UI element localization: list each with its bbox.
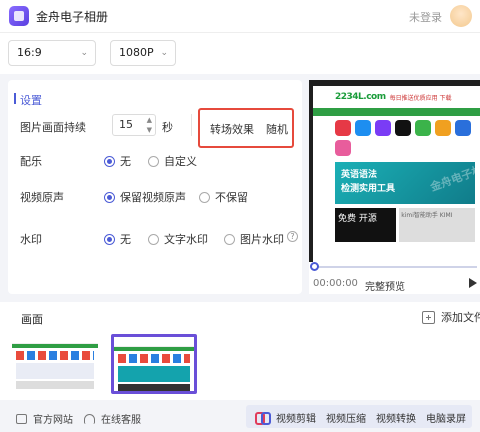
original-sound-label: 视频原声	[20, 191, 64, 204]
preview-image: 2234L.com 每日推送优质应用 下载 英语语法 检测实用工具 金舟电子相册…	[313, 86, 480, 262]
watermark-option-text: 文字水印	[164, 233, 208, 246]
transition-label: 转场效果	[210, 123, 254, 136]
radio-checked-icon	[104, 233, 115, 245]
divider	[191, 114, 192, 136]
official-site-label: 官方网站	[33, 415, 73, 426]
add-file-button[interactable]: 添加文件	[422, 309, 480, 325]
frame-thumbnail[interactable]	[12, 334, 98, 394]
brand-logo-icon	[255, 410, 271, 425]
sound-option-keep: 保留视频原声	[120, 191, 186, 204]
tool-video-edit[interactable]: 视频剪辑	[276, 410, 316, 425]
settings-panel: 设置 图片画面持续 15 ▲ ▼ 秒 转场效果 随机 配乐 无 自定义 视频原声 …	[8, 80, 302, 294]
watermark-radio-image[interactable]: 图片水印	[224, 231, 284, 247]
sound-radio-drop[interactable]: 不保留	[199, 189, 248, 205]
full-preview-button[interactable]: 完整预览	[365, 278, 405, 293]
music-option-custom: 自定义	[164, 155, 197, 168]
duration-unit: 秒	[162, 121, 173, 134]
aspect-ratio-select[interactable]: 16:9 ⌄	[8, 40, 96, 66]
app-title: 金舟电子相册	[36, 9, 109, 24]
promo-box: 免费 开源	[335, 208, 397, 242]
duration-value: 15	[119, 118, 133, 131]
frame-thumbnail-selected[interactable]	[111, 334, 197, 394]
format-toolbar: 16:9 ⌄ 1080P ⌄	[0, 32, 480, 74]
site-logo: 2234L.com	[335, 92, 386, 102]
preview-screen: 2234L.com 每日推送优质应用 下载 英语语法 检测实用工具 金舟电子相册…	[309, 80, 480, 262]
radio-unchecked-icon	[148, 233, 159, 245]
watermark-label: 水印	[20, 233, 42, 246]
title-bar: 金舟电子相册 未登录	[0, 0, 480, 32]
settings-title: 设置	[14, 93, 42, 107]
online-service-label: 在线客服	[101, 415, 141, 426]
frames-panel: 画面 添加文件	[0, 302, 480, 400]
chevron-down-icon: ⌄	[80, 48, 88, 58]
site-slogan: 每日推送优质应用 下载	[389, 94, 452, 102]
avatar[interactable]	[450, 5, 472, 27]
resolution-select[interactable]: 1080P ⌄	[110, 40, 176, 66]
radio-unchecked-icon	[199, 191, 210, 203]
add-file-icon	[422, 310, 435, 324]
monitor-icon	[16, 413, 27, 424]
music-radio-none[interactable]: 无	[104, 153, 131, 169]
login-status[interactable]: 未登录	[409, 9, 442, 25]
watermark-radio-none[interactable]: 无	[104, 231, 131, 247]
duration-label: 图片画面持续	[20, 121, 86, 134]
app-icon-grid	[335, 120, 475, 156]
add-file-label: 添加文件	[441, 311, 480, 324]
tools-bar: 视频剪辑 视频压缩 视频转换 电脑录屏	[246, 405, 472, 428]
site-banner: 英语语法 检测实用工具 金舟电子相册	[335, 159, 480, 204]
preview-panel: 2234L.com 每日推送优质应用 下载 英语语法 检测实用工具 金舟电子相册…	[309, 80, 480, 294]
radio-unchecked-icon	[224, 233, 235, 245]
promo-side: kimi智能助手 KIMI	[399, 208, 475, 242]
headset-icon	[84, 413, 95, 424]
help-icon[interactable]: ?	[287, 231, 298, 242]
tool-video-convert[interactable]: 视频转换	[376, 410, 416, 425]
stepper-arrows-icon[interactable]: ▲ ▼	[147, 115, 152, 135]
official-site-link[interactable]: 官方网站	[16, 411, 73, 426]
watermark-radio-text[interactable]: 文字水印	[148, 231, 208, 247]
time-display: 00:00:00	[313, 278, 358, 289]
radio-unchecked-icon	[148, 155, 159, 167]
transition-select[interactable]: 随机	[266, 121, 288, 137]
radio-checked-icon	[104, 155, 115, 167]
playback-bar: 00:00:00 完整预览	[309, 262, 480, 294]
app-logo-icon	[9, 6, 29, 26]
frames-title: 画面	[21, 313, 43, 326]
watermark-option-image: 图片水印	[240, 233, 284, 246]
site-nav-bar	[313, 108, 480, 116]
aspect-ratio-value: 16:9	[17, 46, 42, 59]
online-service-link[interactable]: 在线客服	[84, 411, 141, 426]
tool-screen-record[interactable]: 电脑录屏	[426, 410, 466, 425]
radio-checked-icon	[104, 191, 115, 203]
chevron-down-icon: ⌄	[160, 48, 168, 58]
resolution-value: 1080P	[119, 46, 154, 59]
sound-radio-keep[interactable]: 保留视频原声	[104, 189, 186, 205]
seek-handle[interactable]	[310, 262, 319, 271]
music-radio-custom[interactable]: 自定义	[148, 153, 197, 169]
tool-video-compress[interactable]: 视频压缩	[326, 410, 366, 425]
duration-stepper[interactable]: 15 ▲ ▼	[112, 114, 156, 136]
sound-option-drop: 不保留	[215, 191, 248, 204]
watermark-option-none: 无	[120, 233, 131, 246]
play-icon[interactable]	[469, 278, 477, 288]
seek-track[interactable]	[313, 266, 477, 268]
music-label: 配乐	[20, 155, 42, 168]
music-option-none: 无	[120, 155, 131, 168]
